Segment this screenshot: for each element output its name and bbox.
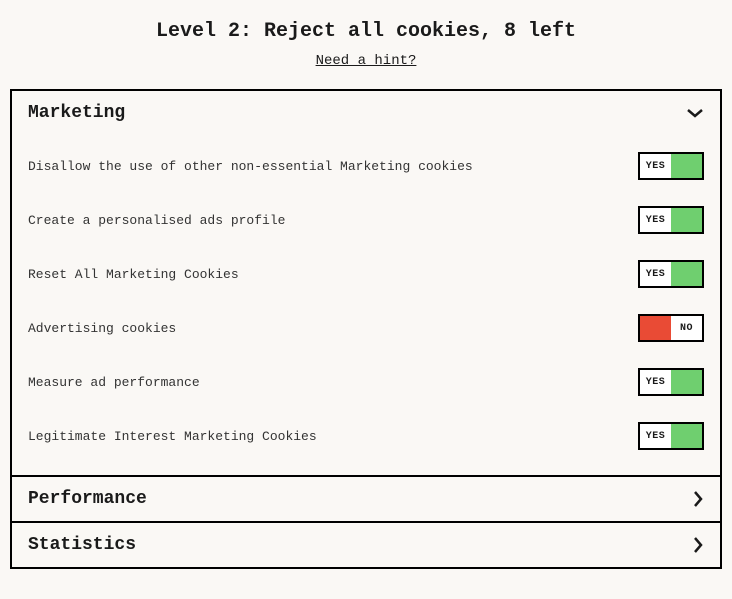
toggle-indicator [671, 262, 702, 286]
toggle-text: YES [640, 154, 671, 178]
section-title: Performance [28, 489, 147, 509]
chevron-right-icon [692, 490, 704, 508]
toggle-switch[interactable]: YES [638, 422, 704, 450]
chevron-right-icon [692, 536, 704, 554]
toggle-text: YES [640, 208, 671, 232]
section-body-marketing: Disallow the use of other non-essential … [12, 135, 720, 475]
setting-label: Advertising cookies [28, 321, 176, 336]
chevron-down-icon [686, 107, 704, 119]
toggle-switch[interactable]: YES [638, 152, 704, 180]
setting-row: Disallow the use of other non-essential … [28, 139, 704, 193]
setting-row: Legitimate Interest Marketing Cookies YE… [28, 409, 704, 463]
section-title: Statistics [28, 535, 136, 555]
toggle-indicator [640, 316, 671, 340]
toggle-indicator [671, 370, 702, 394]
toggle-text: YES [640, 262, 671, 286]
toggle-indicator [671, 424, 702, 448]
setting-row: Advertising cookies NO [28, 301, 704, 355]
section-header-statistics[interactable]: Statistics [12, 521, 720, 567]
toggle-indicator [671, 208, 702, 232]
setting-label: Create a personalised ads profile [28, 213, 285, 228]
section-header-performance[interactable]: Performance [12, 475, 720, 521]
setting-label: Disallow the use of other non-essential … [28, 159, 473, 174]
toggle-switch[interactable]: YES [638, 260, 704, 288]
section-title: Marketing [28, 103, 125, 123]
hint-link[interactable]: Need a hint? [316, 53, 417, 69]
setting-label: Measure ad performance [28, 375, 200, 390]
page-title: Level 2: Reject all cookies, 8 left [10, 10, 722, 51]
toggle-switch[interactable]: NO [638, 314, 704, 342]
toggle-text: YES [640, 370, 671, 394]
setting-row: Measure ad performance YES [28, 355, 704, 409]
setting-label: Legitimate Interest Marketing Cookies [28, 429, 317, 444]
section-header-marketing[interactable]: Marketing [12, 91, 720, 135]
toggle-text: NO [671, 316, 702, 340]
setting-label: Reset All Marketing Cookies [28, 267, 239, 282]
setting-row: Create a personalised ads profile YES [28, 193, 704, 247]
toggle-indicator [671, 154, 702, 178]
cookie-panel: Marketing Disallow the use of other non-… [10, 89, 722, 569]
toggle-text: YES [640, 424, 671, 448]
toggle-switch[interactable]: YES [638, 368, 704, 396]
toggle-switch[interactable]: YES [638, 206, 704, 234]
setting-row: Reset All Marketing Cookies YES [28, 247, 704, 301]
